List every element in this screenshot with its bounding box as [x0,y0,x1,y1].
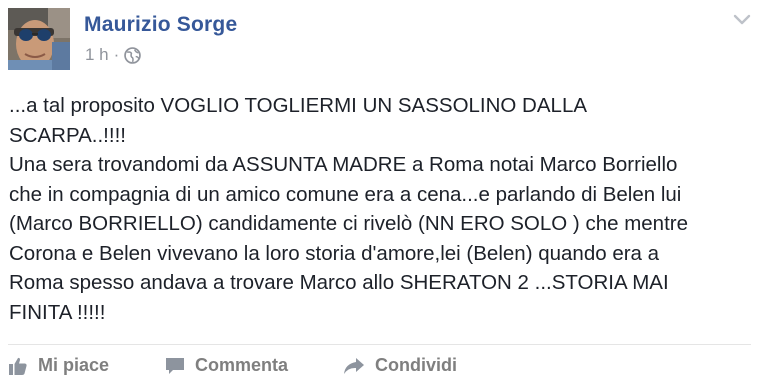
post-meta: 1 h · [85,45,142,65]
thumbs-up-icon [9,357,27,375]
speech-bubble-icon [166,357,184,374]
globe-icon[interactable] [124,46,142,64]
share-label: Condividi [375,355,457,375]
like-button[interactable]: Mi piace [8,355,109,376]
post-actions: Mi piace Commenta Condividi [0,355,767,385]
post-timestamp[interactable]: 1 h [85,45,109,65]
comment-button[interactable]: Commenta [165,355,288,376]
facebook-post: Maurizio Sorge 1 h · ...a tal proposito … [0,0,767,388]
chevron-down-icon[interactable] [733,12,751,26]
avatar[interactable] [8,8,70,70]
avatar-image [8,8,70,70]
meta-separator: · [113,45,120,64]
post-text: ...a tal proposito VOGLIO TOGLIERMI UN S… [9,94,688,324]
comment-label: Commenta [195,355,289,375]
share-button[interactable]: Condividi [343,355,457,376]
like-label: Mi piace [38,355,110,375]
share-arrow-icon [344,357,364,374]
author-name[interactable]: Maurizio Sorge [84,13,237,37]
divider [8,344,751,345]
